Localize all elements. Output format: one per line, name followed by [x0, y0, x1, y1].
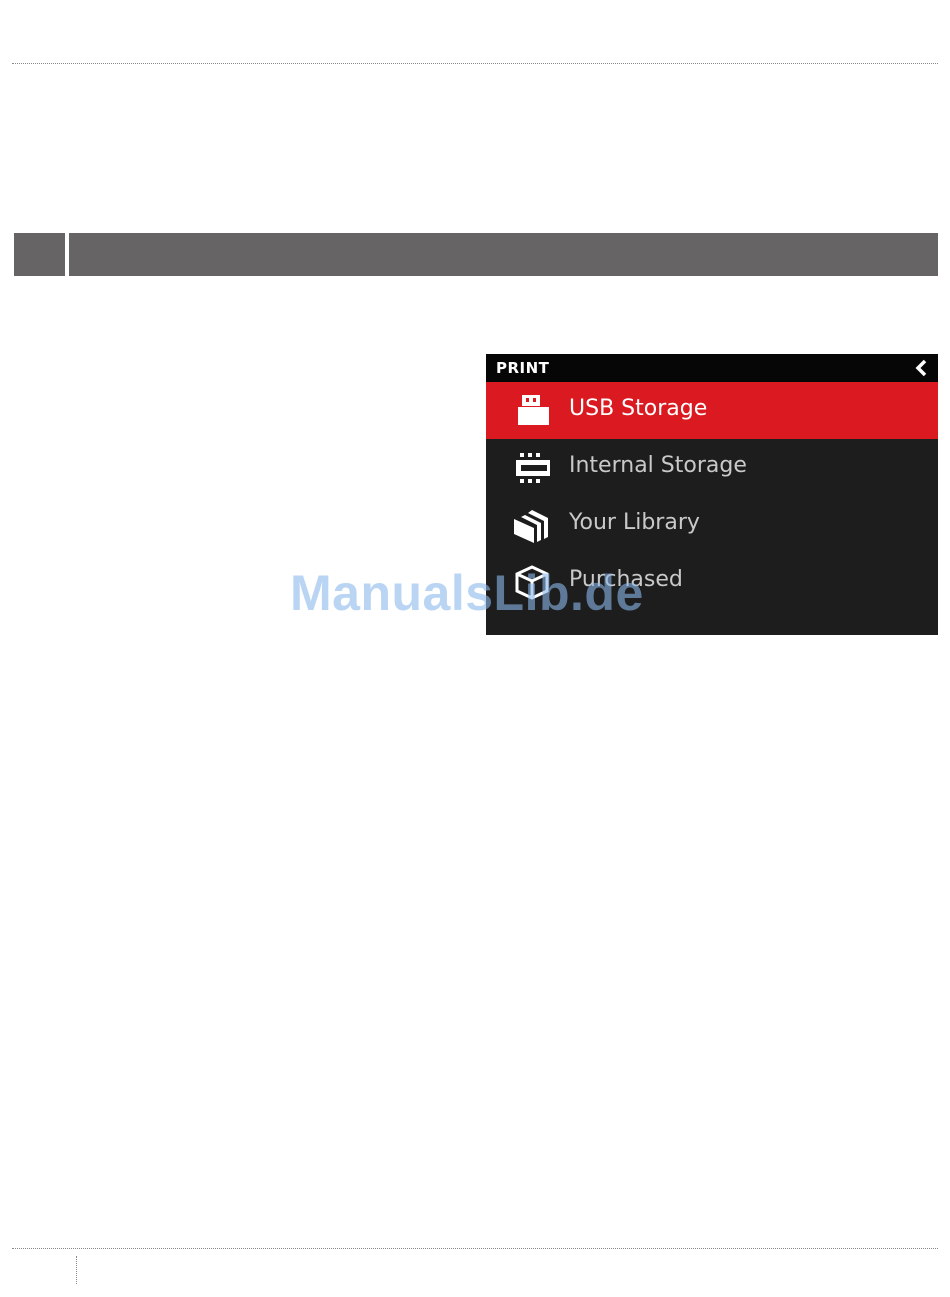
screen-title: PRINT: [496, 359, 550, 377]
usb-drive-icon: [514, 393, 550, 429]
menu-item-label: USB Storage: [569, 396, 708, 421]
watermark: ManualsLib.de: [290, 565, 644, 621]
section-header-bar: [14, 233, 938, 276]
menu-item-internal-storage[interactable]: Internal Storage: [486, 439, 938, 496]
section-title-block: [69, 233, 938, 276]
screen-header: PRINT: [486, 354, 938, 382]
menu-item-your-library[interactable]: Your Library: [486, 496, 938, 553]
menu-item-label: Internal Storage: [569, 453, 747, 478]
footer-divider: [76, 1256, 77, 1284]
bottom-dotted-rule: [12, 1248, 938, 1249]
menu-item-usb-storage[interactable]: USB Storage: [486, 382, 938, 439]
library-icon: [514, 507, 550, 543]
top-dotted-rule: [12, 63, 938, 64]
chevron-left-icon[interactable]: [914, 359, 930, 377]
menu-item-label: Your Library: [569, 510, 700, 535]
internal-storage-icon: [514, 450, 552, 486]
section-number-block: [14, 233, 65, 276]
